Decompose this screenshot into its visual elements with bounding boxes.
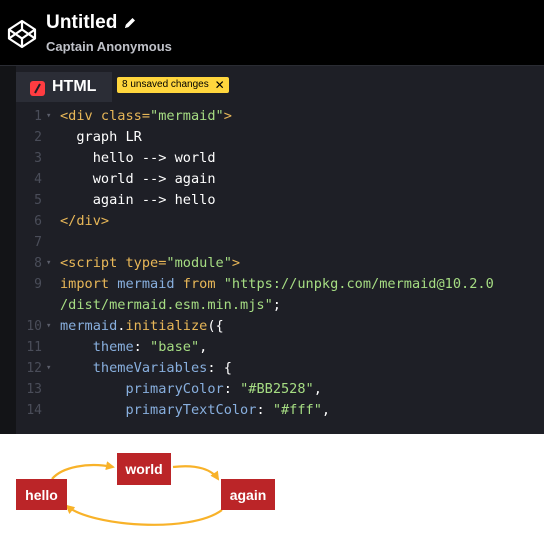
- preview-panel: hello world again: [0, 434, 544, 548]
- code-editor[interactable]: 1 ▾ <div class="mermaid"> 2 graph LR 3 hello…: [16, 102, 544, 434]
- line-number: 3: [34, 151, 42, 166]
- code-line[interactable]: /dist/mermaid.esm.min.mjs";: [16, 295, 544, 316]
- code-line[interactable]: 1 ▾ <div class="mermaid">: [16, 106, 544, 127]
- code-text: world --> again: [60, 171, 216, 187]
- code-line[interactable]: 2 graph LR: [16, 127, 544, 148]
- code-line[interactable]: 8 ▾ <script type="module">: [16, 253, 544, 274]
- edge-hello-world: [51, 461, 115, 480]
- code-text: mermaid.initialize({: [60, 318, 224, 334]
- code-line[interactable]: 14 primaryTextColor: "#fff",: [16, 400, 544, 421]
- close-icon[interactable]: ✕: [215, 77, 225, 93]
- line-number: 13: [26, 382, 42, 397]
- code-line[interactable]: 4 world --> again: [16, 169, 544, 190]
- node-again-label: again: [230, 487, 267, 503]
- line-number: 5: [34, 193, 42, 208]
- html-tab-icon: [30, 81, 45, 96]
- line-number: 1: [34, 109, 42, 124]
- code-text: graph LR: [60, 129, 142, 145]
- code-text: </div>: [60, 213, 110, 229]
- code-text: theme: "base",: [92, 339, 208, 355]
- edit-pencil-icon[interactable]: [123, 16, 137, 30]
- flowchart-diagram: hello world again: [16, 453, 275, 526]
- editor-tab-bar: HTML 8 unsaved changes ✕: [16, 66, 544, 102]
- line-number: 6: [34, 214, 42, 229]
- unsaved-changes-label: 8 unsaved changes: [122, 79, 209, 90]
- unsaved-changes-badge[interactable]: 8 unsaved changes ✕: [117, 77, 229, 93]
- tab-html-label: HTML: [52, 78, 97, 95]
- code-line[interactable]: 5 again --> hello: [16, 190, 544, 211]
- html-editor-panel: HTML 8 unsaved changes ✕ 1 ▾ <div class="m…: [0, 66, 544, 434]
- line-number: 11: [26, 340, 42, 355]
- code-line[interactable]: 11 theme: "base",: [16, 337, 544, 358]
- fold-arrow-icon[interactable]: ▾: [46, 316, 51, 337]
- fold-arrow-icon[interactable]: ▾: [46, 106, 51, 127]
- node-world-label: world: [124, 461, 162, 477]
- fold-arrow-icon[interactable]: ▾: [46, 253, 51, 274]
- line-number: 9: [34, 277, 42, 292]
- line-number: 12: [26, 361, 42, 376]
- pen-title[interactable]: Untitled: [46, 12, 118, 34]
- fold-arrow-icon[interactable]: ▾: [46, 358, 51, 379]
- code-text: import mermaid from "https://unpkg.com/m…: [60, 276, 494, 292]
- code-text: again --> hello: [60, 192, 216, 208]
- top-bar: Untitled Captain Anonymous: [0, 0, 544, 66]
- code-text: primaryTextColor: "#fff",: [125, 402, 331, 418]
- code-line[interactable]: 7: [16, 232, 544, 253]
- line-number: 2: [34, 130, 42, 145]
- tab-html[interactable]: HTML: [16, 72, 112, 102]
- code-line[interactable]: 12 ▾ themeVariables: {: [16, 358, 544, 379]
- edge-world-again: [172, 465, 220, 481]
- edge-again-hello: [65, 504, 223, 526]
- line-number: 4: [34, 172, 42, 187]
- author-name[interactable]: Captain Anonymous: [46, 39, 172, 54]
- code-text: hello --> world: [60, 150, 216, 166]
- code-line[interactable]: 13 primaryColor: "#BB2528",: [16, 379, 544, 400]
- code-text: primaryColor: "#BB2528",: [125, 381, 322, 397]
- code-text: <div class="mermaid">: [60, 108, 232, 124]
- line-number: 10: [26, 319, 42, 334]
- code-line[interactable]: 3 hello --> world: [16, 148, 544, 169]
- node-hello-label: hello: [25, 487, 58, 503]
- code-line[interactable]: 10 ▾ mermaid.initialize({: [16, 316, 544, 337]
- line-number: 14: [26, 403, 42, 418]
- code-text: <script type="module">: [60, 255, 241, 271]
- code-text: themeVariables: {: [92, 360, 232, 376]
- code-line[interactable]: 6 </div>: [16, 211, 544, 232]
- code-line[interactable]: 9 import mermaid from "https://unpkg.com/…: [16, 274, 544, 295]
- code-text: /dist/mermaid.esm.min.mjs";: [60, 297, 281, 313]
- codepen-logo-icon[interactable]: [7, 19, 37, 49]
- line-number: 7: [34, 235, 42, 250]
- line-number: 8: [34, 256, 42, 271]
